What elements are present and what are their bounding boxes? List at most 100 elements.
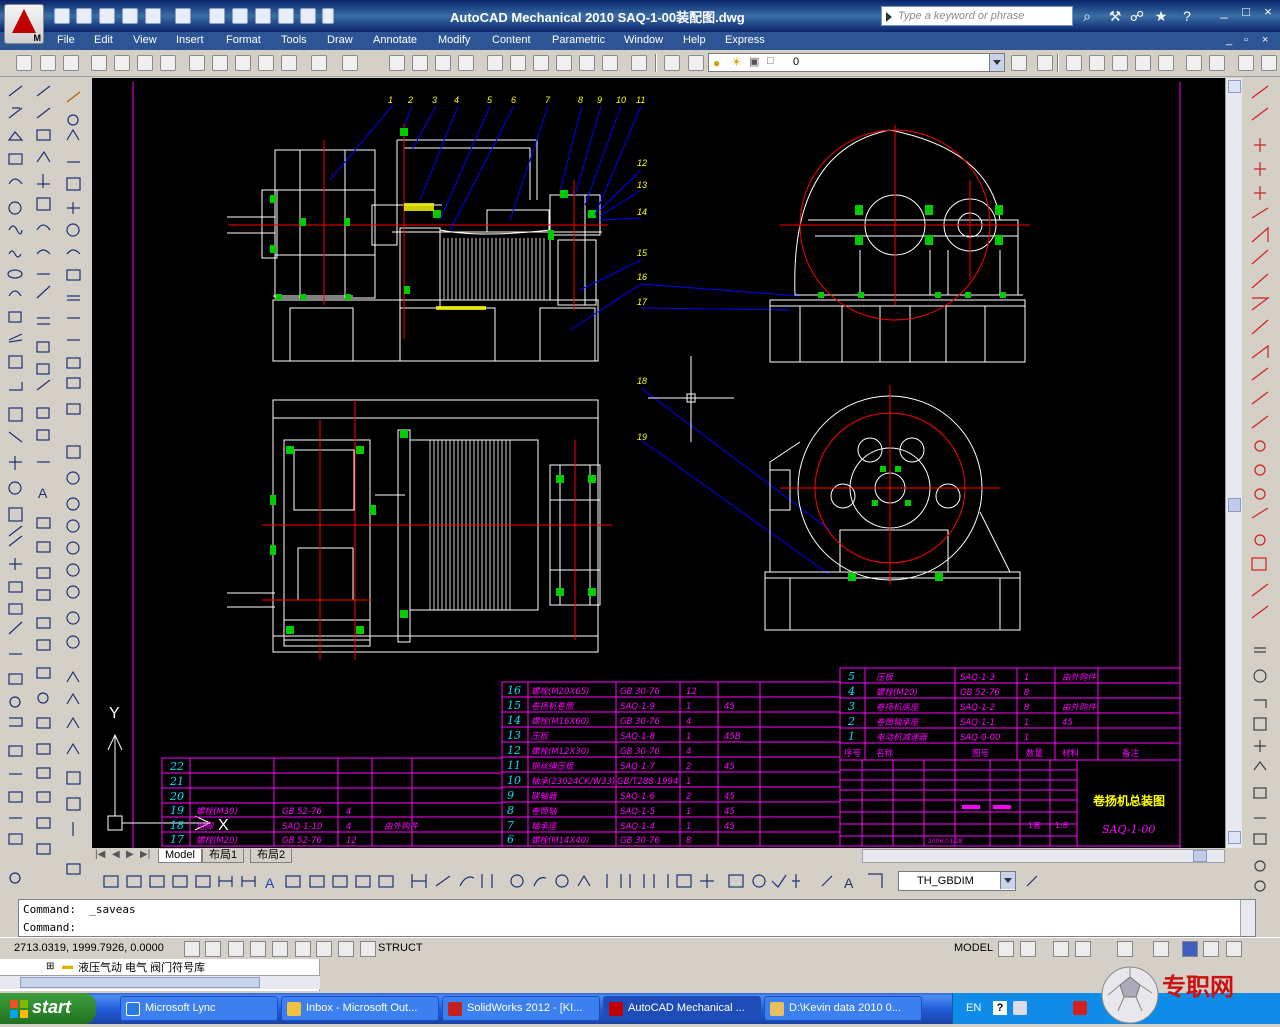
grid-icon[interactable]: [205, 941, 221, 957]
task-explorer[interactable]: D:\Kevin data 2010 0...: [764, 996, 922, 1021]
qnew-icon[interactable]: [16, 55, 32, 71]
undo-icon[interactable]: [145, 8, 161, 24]
redo-toolbar-icon[interactable]: [342, 55, 358, 71]
command-window[interactable]: Command: _saveas Command:: [18, 899, 1256, 937]
layer-state-icon[interactable]: [688, 55, 704, 71]
search-input[interactable]: Type a keyword or phrase: [881, 6, 1073, 26]
publish-toolbar-icon[interactable]: [137, 55, 153, 71]
print-preview-icon[interactable]: [255, 8, 271, 24]
polar-icon[interactable]: [250, 941, 266, 957]
scroll-thumb[interactable]: [1228, 498, 1241, 512]
dimension-toolbar-icons[interactable]: A A: [92, 866, 1242, 897]
isolate-objects-icon[interactable]: [1182, 941, 1198, 957]
quick-view-layouts-icon[interactable]: [998, 941, 1014, 957]
make-current-layer-icon[interactable]: [1011, 55, 1027, 71]
dimstyle-dropdown[interactable]: TH_GBDIM: [898, 871, 1016, 891]
tab-nav-prev-icon[interactable]: ◀: [112, 849, 120, 860]
pan-status-icon[interactable]: [1053, 941, 1069, 957]
clean-screen-icon[interactable]: [1226, 941, 1242, 957]
binoculars-icon[interactable]: ⌕: [1078, 7, 1096, 25]
close-button[interactable]: ×: [1260, 5, 1276, 20]
doc-minimize-button[interactable]: _: [1226, 34, 1232, 46]
menu-window[interactable]: Window: [624, 34, 663, 46]
help-toolbar-icon[interactable]: [631, 55, 647, 71]
zoom-all-icon[interactable]: [1238, 55, 1254, 71]
start-button[interactable]: start: [0, 993, 96, 1024]
tree-hscrollbar[interactable]: [0, 975, 320, 989]
tool-palettes-icon[interactable]: [533, 55, 549, 71]
model-space-toggle[interactable]: MODEL: [954, 942, 993, 954]
menu-file[interactable]: File: [57, 34, 75, 46]
preview-icon[interactable]: [114, 55, 130, 71]
copy-icon[interactable]: [212, 55, 228, 71]
3d-dwf-icon[interactable]: [160, 55, 176, 71]
menu-view[interactable]: View: [133, 34, 157, 46]
open-icon[interactable]: [76, 8, 92, 24]
task-outlook[interactable]: Inbox - Microsoft Out...: [281, 996, 439, 1021]
menu-parametric[interactable]: Parametric: [552, 34, 605, 46]
zoom-window-icon[interactable]: [435, 55, 451, 71]
toolbar-lock-icon[interactable]: [1153, 941, 1169, 957]
doc-close-button[interactable]: ×: [1262, 34, 1268, 46]
workspace-switch-icon[interactable]: [1117, 941, 1133, 957]
properties-icon[interactable]: [278, 8, 294, 24]
menu-modify[interactable]: Modify: [438, 34, 470, 46]
markup-icon[interactable]: [579, 55, 595, 71]
struct-toggle[interactable]: STRUCT: [378, 942, 423, 954]
block-editor-icon[interactable]: [281, 55, 297, 71]
menu-edit[interactable]: Edit: [94, 34, 113, 46]
doc-restore-button[interactable]: ▫: [1244, 34, 1248, 46]
qat-dropdown-icon[interactable]: [322, 8, 334, 24]
tab-layout1[interactable]: 布局1: [202, 849, 245, 863]
zoom-window2-icon[interactable]: [1261, 55, 1277, 71]
dimstyle-dropdown-arrow-icon[interactable]: [1000, 872, 1015, 889]
menu-annotate[interactable]: Annotate: [373, 34, 417, 46]
tree-expand-icon[interactable]: ⊞: [46, 961, 54, 972]
sheet-set-icon[interactable]: [556, 55, 572, 71]
menu-insert[interactable]: Insert: [176, 34, 204, 46]
layer-dropdown-arrow-icon[interactable]: [989, 54, 1004, 71]
hscroll-thumb[interactable]: [1193, 850, 1207, 862]
task-solidworks[interactable]: SolidWorks 2012 - [KI...: [442, 996, 600, 1021]
zoom-out-icon[interactable]: [1209, 55, 1225, 71]
paste-icon[interactable]: [235, 55, 251, 71]
saveas-icon[interactable]: [122, 8, 138, 24]
drawing-canvas[interactable]: 1 2 3 4 5 6 7 8 9 10 11 12 13 14 15 16 1…: [92, 78, 1225, 848]
save-file-icon[interactable]: [63, 55, 79, 71]
layer-properties-icon[interactable]: [664, 55, 680, 71]
save-icon[interactable]: [99, 8, 115, 24]
layer-previous-icon[interactable]: [1037, 55, 1053, 71]
infer-constraints-icon[interactable]: [184, 941, 200, 957]
menu-content[interactable]: Content: [492, 34, 531, 46]
ortho-icon[interactable]: [228, 941, 244, 957]
task-lync[interactable]: Microsoft Lync: [120, 996, 278, 1021]
menu-draw[interactable]: Draw: [327, 34, 353, 46]
new-icon[interactable]: [54, 8, 70, 24]
osnap-icon[interactable]: [272, 941, 288, 957]
zoom-scale-icon[interactable]: [1112, 55, 1128, 71]
plot-icon[interactable]: [209, 8, 225, 24]
zoom-object-icon[interactable]: [1158, 55, 1174, 71]
lineweight-icon[interactable]: [360, 941, 376, 957]
command-scrollbar[interactable]: [1240, 900, 1255, 936]
left-toolbar-icons[interactable]: A: [0, 78, 92, 898]
tab-nav-first-icon[interactable]: |◀: [95, 849, 105, 860]
tab-nav-next-icon[interactable]: ▶: [126, 849, 134, 860]
zoom-in-icon[interactable]: [1186, 55, 1202, 71]
annotation-scale-icon[interactable]: [1203, 941, 1219, 957]
minimize-button[interactable]: _: [1216, 5, 1232, 20]
redo-icon[interactable]: [175, 8, 191, 24]
zoom-realtime-icon[interactable]: [412, 55, 428, 71]
right-toolbar-icons[interactable]: [1242, 78, 1280, 893]
autocad-logo-button[interactable]: M: [4, 4, 44, 44]
tab-nav-last-icon[interactable]: ▶|: [140, 849, 150, 860]
open-file-icon[interactable]: [40, 55, 56, 71]
antivirus-tray-icon[interactable]: [1073, 1001, 1087, 1015]
scroll-up-icon[interactable]: [1228, 80, 1241, 93]
ducs-icon[interactable]: [316, 941, 332, 957]
coordinate-readout[interactable]: 2713.0319, 1999.7926, 0.0000: [14, 942, 164, 954]
otrack-icon[interactable]: [295, 941, 311, 957]
menu-help[interactable]: Help: [683, 34, 706, 46]
menu-tools[interactable]: Tools: [281, 34, 307, 46]
network-tray-icon[interactable]: [1013, 1001, 1027, 1015]
